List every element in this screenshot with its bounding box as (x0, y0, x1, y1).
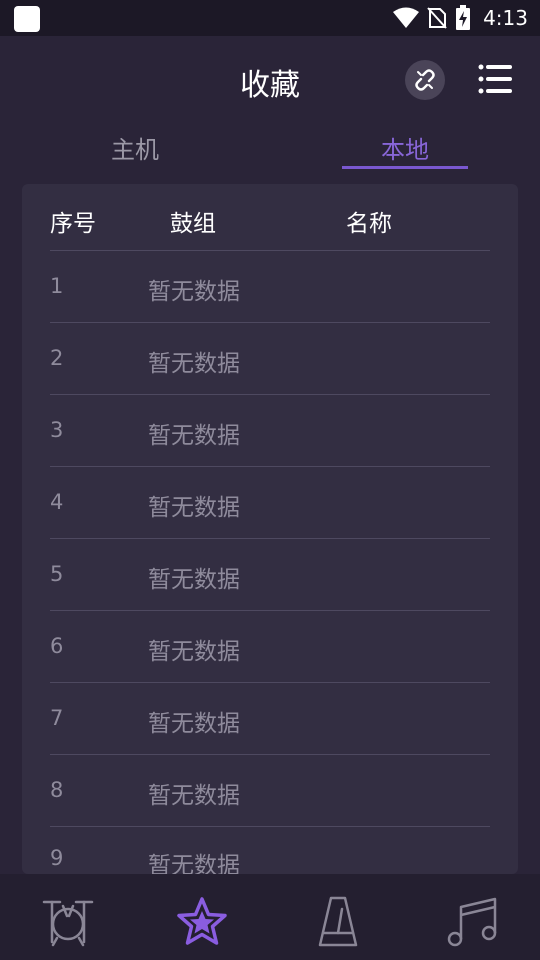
music-note-icon (447, 897, 497, 947)
link-off-icon (415, 69, 435, 91)
table-row[interactable]: 9 暂无数据 (50, 826, 490, 874)
row-index: 7 (50, 706, 64, 730)
row-index: 3 (50, 418, 64, 442)
tab-bar: 主机 本地 (0, 122, 540, 172)
nav-metronome[interactable] (308, 892, 368, 952)
row-kit: 暂无数据 (148, 351, 240, 377)
menu-button[interactable] (474, 58, 516, 100)
table-row[interactable]: 4 暂无数据 (50, 466, 490, 539)
row-index: 1 (50, 274, 64, 298)
status-time: 4:13 (483, 6, 528, 30)
table-header: 序号 鼓组 名称 (50, 184, 490, 251)
no-sim-icon (427, 7, 447, 29)
column-header-kit: 鼓组 (170, 211, 216, 237)
bottom-navigation (0, 874, 540, 960)
nav-drum[interactable] (38, 892, 98, 952)
table-row[interactable]: 6 暂无数据 (50, 610, 490, 683)
column-header-index: 序号 (50, 211, 96, 237)
nav-favorites[interactable] (172, 892, 232, 952)
table-row[interactable]: 5 暂无数据 (50, 538, 490, 611)
nav-music[interactable] (442, 892, 502, 952)
favorites-table: 序号 鼓组 名称 1 暂无数据 2 暂无数据 3 暂无数据 4 暂无数据 5 暂… (22, 184, 518, 874)
row-kit: 暂无数据 (148, 783, 240, 809)
page-title: 收藏 (240, 68, 300, 103)
row-kit: 暂无数据 (148, 639, 240, 665)
row-kit: 暂无数据 (148, 423, 240, 449)
table-row[interactable]: 2 暂无数据 (50, 322, 490, 395)
drum-icon (42, 900, 94, 947)
row-kit: 暂无数据 (148, 495, 240, 521)
row-index: 6 (50, 634, 64, 658)
column-header-name: 名称 (346, 211, 392, 237)
active-tab-indicator (342, 166, 468, 169)
tab-host[interactable]: 主机 (70, 130, 200, 165)
row-kit: 暂无数据 (148, 711, 240, 737)
menu-icon (478, 64, 512, 94)
row-index: 9 (50, 846, 64, 870)
table-row[interactable]: 3 暂无数据 (50, 394, 490, 467)
table-row[interactable]: 7 暂无数据 (50, 682, 490, 755)
table-row[interactable]: 8 暂无数据 (50, 754, 490, 827)
header: 收藏 (0, 36, 540, 122)
row-index: 4 (50, 490, 64, 514)
battery-charging-icon (456, 5, 471, 30)
metronome-icon (318, 896, 358, 947)
status-icons: 4:13 (393, 0, 528, 36)
tab-local[interactable]: 本地 (340, 130, 470, 165)
table-row[interactable]: 1 暂无数据 (50, 250, 490, 323)
row-index: 5 (50, 562, 64, 586)
row-kit: 暂无数据 (148, 567, 240, 593)
wifi-icon (393, 7, 420, 28)
row-kit: 暂无数据 (148, 279, 240, 305)
row-kit: 暂无数据 (148, 853, 240, 874)
status-bar: 4:13 (0, 0, 540, 36)
link-off-button[interactable] (405, 60, 445, 100)
row-index: 2 (50, 346, 64, 370)
star-icon (177, 897, 227, 945)
app-icon (14, 6, 40, 32)
row-index: 8 (50, 778, 64, 802)
